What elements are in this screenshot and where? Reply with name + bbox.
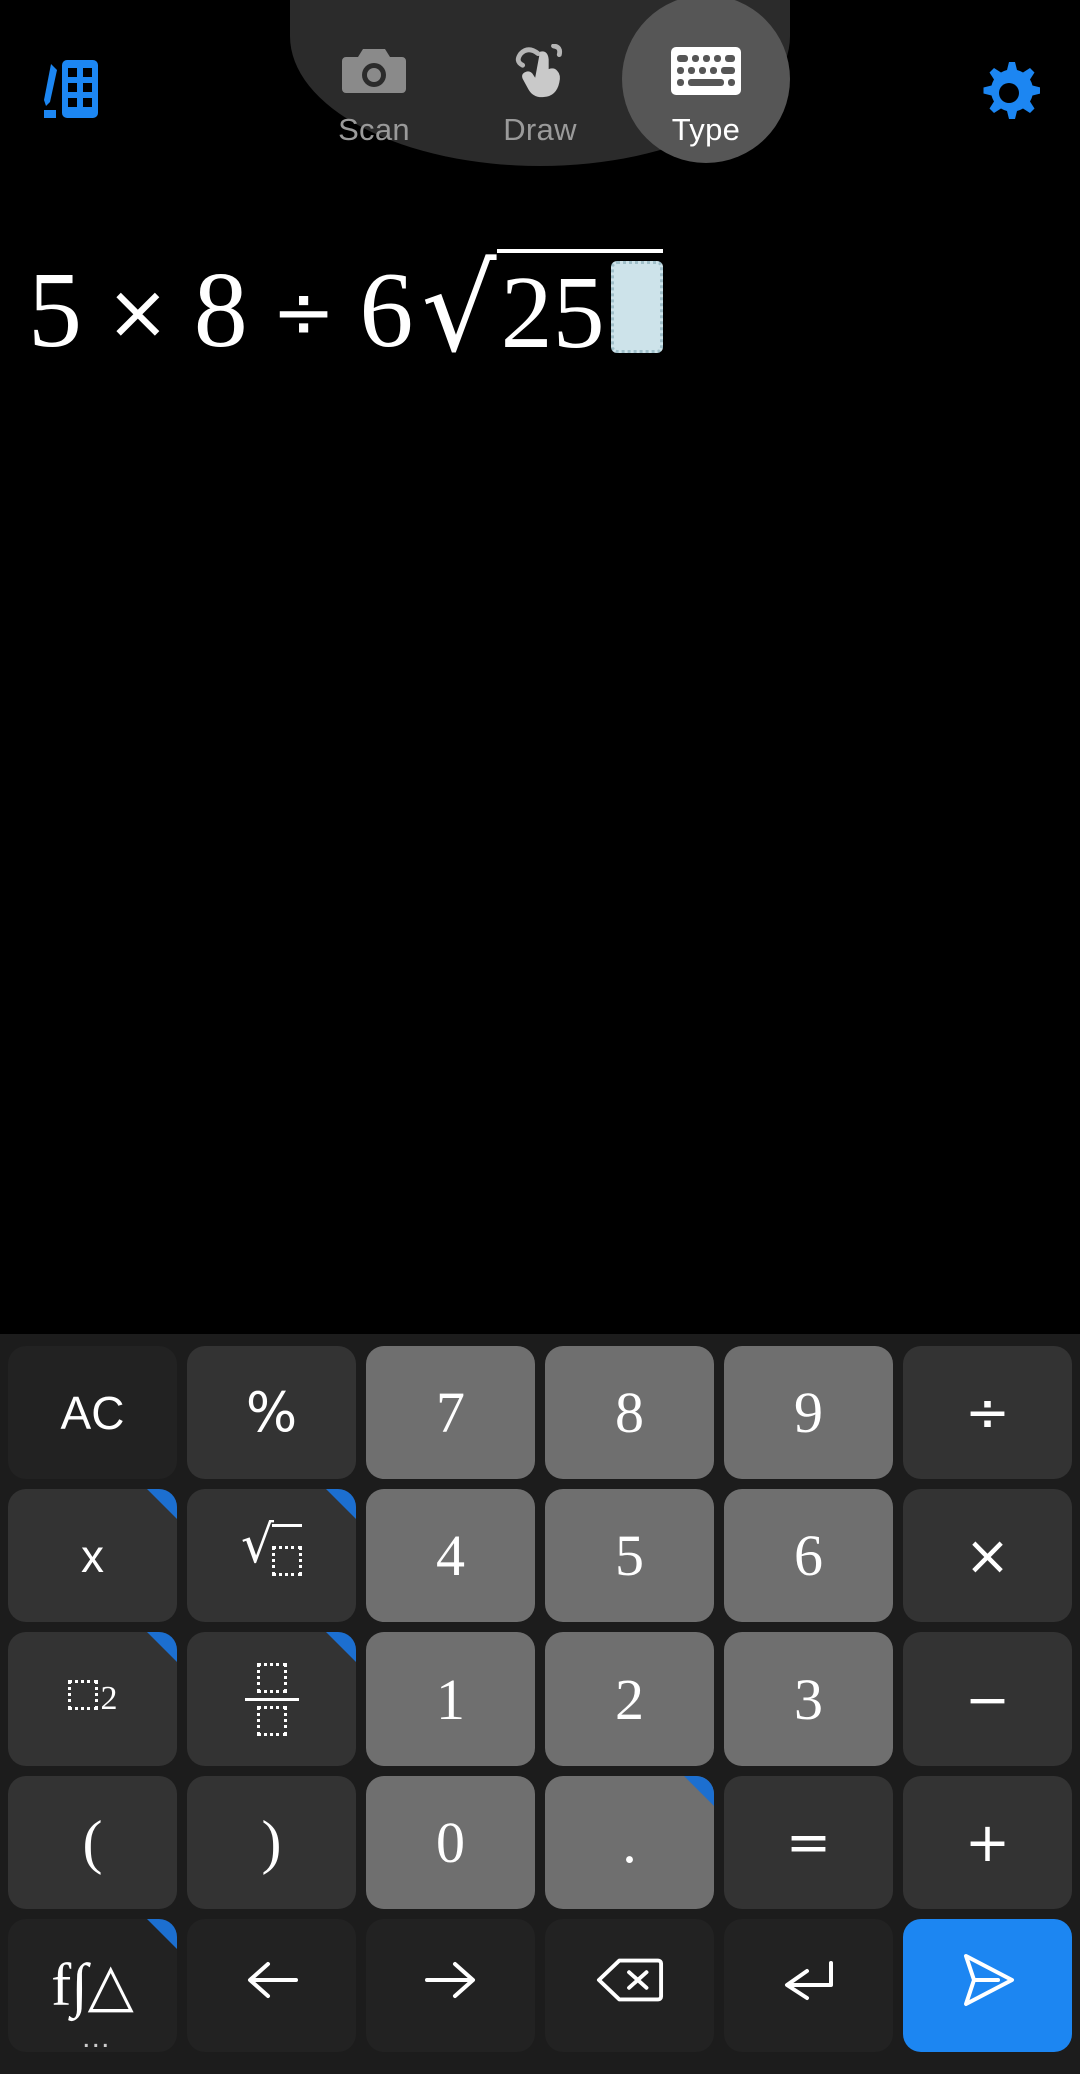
key-close-paren-label: ) (261, 1808, 282, 1875)
key-5[interactable]: 5 (545, 1489, 714, 1623)
math-expression[interactable]: 5 × 8 ÷ 6 √ 25 (26, 249, 663, 371)
key-1-label: 1 (436, 1666, 465, 1732)
keypad-row-1: AC % 7 8 9 ÷ (8, 1346, 1072, 1480)
key-open-paren-label: ( (82, 1808, 103, 1875)
key-backspace[interactable] (545, 1918, 714, 2053)
key-all-clear-label: AC (60, 1386, 125, 1439)
long-press-badge-icon (147, 1632, 177, 1663)
key-8-label: 8 (615, 1380, 644, 1446)
calculator-keypad: AC % 7 8 9 ÷ x √ 4 5 6 × 2 1 2 3 − () 0… (0, 1334, 1080, 2074)
key-variable-x-label: x (81, 1529, 104, 1582)
mode-draw[interactable]: Draw (457, 0, 623, 166)
sqrt-placeholder-icon: √ (241, 1520, 303, 1587)
gear-icon[interactable] (978, 62, 1041, 124)
key-add-label: + (964, 1810, 1011, 1874)
expr-sqrt-group: √ 25 (421, 249, 663, 371)
calculator-app: Scan Draw Type 5 × 8 ÷ 6 √ 25 AC % 7 8 9… (0, 0, 1080, 2074)
power-placeholder-icon: 2 (67, 1680, 118, 1718)
key-newline[interactable] (724, 1918, 893, 2053)
hand-draw-icon (509, 40, 571, 102)
send-paper-plane-icon (958, 1952, 1018, 2019)
key-multiply-label: × (964, 1524, 1011, 1588)
key-1[interactable]: 1 (366, 1632, 535, 1766)
long-press-badge-icon (147, 1918, 177, 1949)
long-press-badge-icon (684, 1775, 714, 1806)
key-equals[interactable]: = (724, 1775, 893, 1909)
key-6[interactable]: 6 (724, 1489, 893, 1623)
key-3-label: 3 (794, 1666, 823, 1732)
long-press-badge-icon (147, 1489, 177, 1520)
key-submit[interactable] (903, 1918, 1072, 2053)
key-subtract[interactable]: − (903, 1632, 1072, 1766)
keyboard-icon (671, 40, 741, 102)
key-functions-label: f∫△ (51, 1952, 134, 2019)
key-fraction[interactable] (187, 1632, 356, 1766)
key-8[interactable]: 8 (545, 1346, 714, 1480)
expr-sqrt-radicand-wrap: 25 (496, 249, 663, 370)
key-open-paren[interactable]: ( (8, 1775, 177, 1909)
keypad-row-3: 2 1 2 3 − (8, 1632, 1072, 1766)
key-functions[interactable]: f∫△ … (8, 1918, 177, 2053)
key-square-root[interactable]: √ (187, 1489, 356, 1623)
key-2[interactable]: 2 (545, 1632, 714, 1766)
expr-sqrt-radicand: 25 (500, 255, 605, 370)
key-4-label: 4 (436, 1523, 465, 1589)
key-divide[interactable]: ÷ (903, 1346, 1072, 1480)
mode-type-label: Type (671, 112, 741, 147)
keypad-row-2: x √ 4 5 6 × (8, 1489, 1072, 1623)
key-2-label: 2 (615, 1666, 644, 1732)
expr-operand-2: 8 (193, 251, 248, 370)
key-variable-x[interactable]: x (8, 1489, 177, 1623)
mode-draw-label: Draw (503, 112, 577, 147)
key-cursor-right[interactable] (366, 1918, 535, 2053)
fraction-placeholder-icon (244, 1662, 299, 1736)
long-press-badge-icon (326, 1489, 356, 1520)
keypad-row-4: ( ) 0 . = + (8, 1775, 1072, 1909)
key-decimal[interactable]: . (545, 1775, 714, 1909)
key-power[interactable]: 2 (8, 1632, 177, 1766)
expr-operand-3: 6 (359, 251, 414, 370)
mode-scan[interactable]: Scan (291, 0, 457, 166)
expression-canvas[interactable]: 5 × 8 ÷ 6 √ 25 (0, 175, 1080, 1334)
key-all-clear[interactable]: AC (8, 1346, 177, 1480)
key-7-label: 7 (436, 1380, 465, 1446)
expr-operand-1: 5 (28, 251, 82, 370)
arrow-right-icon (423, 1957, 479, 2014)
expr-sqrt-symbol: √ (421, 240, 497, 378)
mode-type[interactable]: Type (623, 0, 789, 166)
key-equals-label: = (785, 1810, 832, 1874)
key-6-label: 6 (794, 1523, 823, 1589)
expr-operator-divide: ÷ (271, 267, 336, 356)
key-decimal-label: . (622, 1809, 637, 1875)
key-functions-more-icon: … (80, 2021, 113, 2053)
key-9[interactable]: 9 (724, 1346, 893, 1480)
key-multiply[interactable]: × (903, 1489, 1072, 1623)
long-press-badge-icon (326, 1632, 356, 1663)
top-bar: Scan Draw Type (0, 0, 1080, 175)
camera-icon (342, 40, 406, 102)
key-0[interactable]: 0 (366, 1775, 535, 1909)
key-percent-label: % (245, 1381, 298, 1445)
notes-pencil-icon[interactable] (42, 58, 100, 120)
key-subtract-label: − (964, 1667, 1011, 1731)
expr-operator-multiply: × (106, 267, 170, 356)
arrow-left-icon (244, 1957, 300, 2014)
expr-cursor-placeholder[interactable] (610, 261, 663, 353)
key-3[interactable]: 3 (724, 1632, 893, 1766)
enter-return-icon (781, 1957, 837, 2014)
key-add[interactable]: + (903, 1775, 1072, 1909)
key-9-label: 9 (794, 1380, 823, 1446)
key-divide-label: ÷ (964, 1381, 1011, 1445)
key-0-label: 0 (436, 1809, 465, 1875)
keypad-row-5: f∫△ … (8, 1918, 1072, 2053)
mode-selector: Scan Draw Type (290, 0, 790, 166)
key-cursor-left[interactable] (187, 1918, 356, 2053)
key-percent[interactable]: % (187, 1346, 356, 1480)
key-close-paren[interactable]: ) (187, 1775, 356, 1909)
backspace-icon (596, 1956, 664, 2015)
key-4[interactable]: 4 (366, 1489, 535, 1623)
key-7[interactable]: 7 (366, 1346, 535, 1480)
mode-scan-label: Scan (338, 112, 410, 147)
key-5-label: 5 (615, 1523, 644, 1589)
